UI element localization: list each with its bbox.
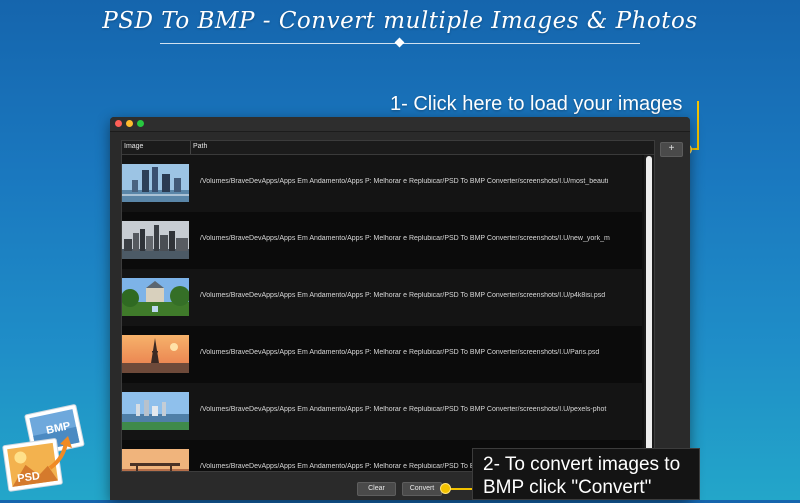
table-row[interactable]: /Volumes/BraveDevApps/Apps Em Andamento/…: [122, 155, 642, 212]
convert-callout-box: 2- To convert images to BMP click "Conve…: [472, 448, 700, 500]
psd-to-bmp-app-icon: BMP PSD: [2, 398, 92, 498]
table-row[interactable]: /Volumes/BraveDevApps/Apps Em Andamento/…: [122, 326, 642, 383]
file-path: /Volumes/BraveDevApps/Apps Em Andamento/…: [200, 406, 607, 413]
file-path: /Volumes/BraveDevApps/Apps Em Andamento/…: [200, 235, 610, 242]
title-divider-diamond: [394, 37, 405, 48]
file-path: /Volumes/BraveDevApps/Apps Em Andamento/…: [200, 178, 609, 185]
close-window-button[interactable]: [115, 120, 122, 127]
table-row[interactable]: /Volumes/BraveDevApps/Apps Em Andamento/…: [122, 269, 642, 326]
file-path: /Volumes/BraveDevApps/Apps Em Andamento/…: [200, 349, 600, 356]
convert-callout-dot: [440, 483, 451, 494]
table-row[interactable]: /Volumes/BraveDevApps/Apps Em Andamento/…: [122, 212, 642, 269]
file-path: /Volumes/BraveDevApps/Apps Em Andamento/…: [200, 292, 606, 299]
bridge-sunset-thumbnail: [122, 449, 189, 471]
convert-callout-line2: BMP click "Convert": [483, 477, 652, 498]
zoom-window-button[interactable]: [137, 120, 144, 127]
column-header-path[interactable]: Path: [193, 143, 207, 150]
eiffel-tower-thumbnail: [122, 335, 189, 373]
new-york-skyline-thumbnail: [122, 221, 189, 259]
clear-button[interactable]: Clear: [357, 482, 396, 496]
table-rows: /Volumes/BraveDevApps/Apps Em Andamento/…: [122, 155, 642, 471]
hero-title: PSD To BMP - Convert multiple Images & P…: [102, 8, 698, 34]
city-skyscrapers-thumbnail: [122, 164, 189, 202]
app-window: Image Path /Volumes/BraveDevApps/Apps Em…: [110, 117, 690, 500]
column-separator[interactable]: [190, 141, 191, 154]
load-images-callout: 1- Click here to load your images: [390, 93, 683, 115]
convert-callout-line1: 2- To convert images to: [483, 454, 681, 475]
castle-garden-thumbnail: [122, 278, 189, 316]
load-callout-line-vertical: [697, 101, 699, 149]
images-table: Image Path /Volumes/BraveDevApps/Apps Em…: [121, 140, 655, 472]
column-header-image[interactable]: Image: [124, 143, 143, 150]
window-titlebar[interactable]: [110, 117, 690, 132]
table-header: Image Path: [122, 141, 654, 155]
scrollbar-thumb[interactable]: [646, 156, 652, 466]
add-images-button[interactable]: +: [660, 142, 683, 157]
convert-button[interactable]: Convert: [402, 482, 442, 496]
coastal-city-thumbnail: [122, 392, 189, 430]
app-screenshot: { "hero": { "title": "PSD To BMP - Conve…: [0, 0, 800, 500]
minimize-window-button[interactable]: [126, 120, 133, 127]
table-row[interactable]: /Volumes/BraveDevApps/Apps Em Andamento/…: [122, 383, 642, 440]
